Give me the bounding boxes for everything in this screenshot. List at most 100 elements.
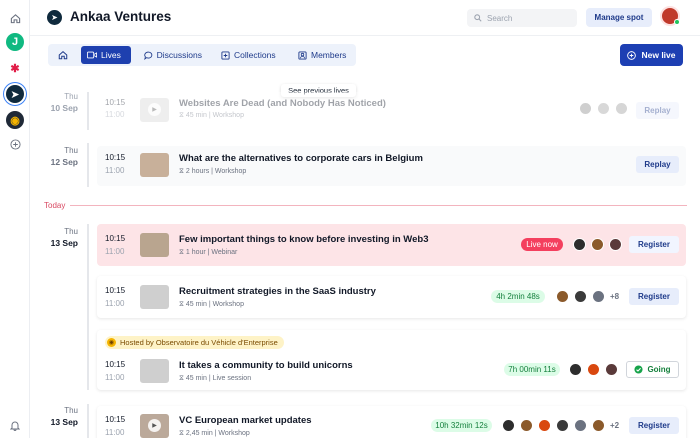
timeline-line xyxy=(87,143,89,187)
search-icon xyxy=(474,14,482,22)
event-title: Recruitment strategies in the SaaS indus… xyxy=(179,286,376,297)
date: 13 Sep xyxy=(50,238,78,248)
event-title: What are the alternatives to corporate c… xyxy=(179,153,423,164)
search-input[interactable]: Search xyxy=(467,9,577,27)
weekday: Thu xyxy=(64,227,78,236)
event-meta: ⧖ 2 hours | Workshop xyxy=(179,168,247,175)
event-end: 11:00 xyxy=(105,299,125,308)
event-meta: ⧖ 2,45 min | Workshop xyxy=(179,430,250,437)
event-card-live[interactable]: 10:15 11:00 Few important things to know… xyxy=(97,224,686,266)
workspace-green-icon[interactable]: J xyxy=(6,33,24,51)
event-thumbnail xyxy=(140,285,169,309)
attendee-avatar xyxy=(609,238,622,251)
add-workspace-icon[interactable] xyxy=(6,135,24,153)
play-icon: ▶ xyxy=(148,419,161,432)
workspace-gold-icon[interactable]: ◉ xyxy=(6,111,24,129)
manage-spot-button[interactable]: Manage spot xyxy=(586,8,652,27)
day-label: Thu 10 Sep xyxy=(40,92,78,113)
event-meta: ⧖ 1 hour | Webinar xyxy=(179,249,238,256)
app: J ✱ ➤ ◉ ➤ Ankaa Ventures Search Manage s… xyxy=(0,0,700,438)
more-attendees: +2 xyxy=(610,421,620,430)
workspace-ankaa-icon[interactable]: ➤ xyxy=(6,85,24,103)
attendee-avatar xyxy=(502,419,515,432)
workspace-red-icon[interactable]: ✱ xyxy=(6,59,24,77)
date: 10 Sep xyxy=(50,103,78,113)
today-label: Today xyxy=(44,201,66,210)
replay-button[interactable]: Replay xyxy=(636,156,679,173)
event-thumbnail: ▶ xyxy=(140,98,169,122)
event-start: 10:15 xyxy=(105,415,126,424)
event-title: It takes a community to build unicorns xyxy=(179,360,353,371)
attendee-avatar xyxy=(520,419,533,432)
tab-label: Members xyxy=(311,50,347,60)
event-card[interactable]: 10:15 11:00 Recruitment strategies in th… xyxy=(97,276,686,318)
event-title: Websites Are Dead (and Nobody Has Notice… xyxy=(179,98,386,109)
event-meta-text: 45 min | Live session xyxy=(185,375,252,382)
event-title: VC European market updates xyxy=(179,415,312,426)
attendee-avatar xyxy=(556,419,569,432)
tab-collections[interactable]: Collections xyxy=(215,46,285,64)
weekday: Thu xyxy=(64,92,78,101)
event-end: 11:00 xyxy=(105,247,125,256)
event-meta: ⧖ 45 min | Workshop xyxy=(179,112,244,119)
event-end: 11:00 xyxy=(105,428,125,437)
date: 13 Sep xyxy=(50,417,78,427)
home-tab-icon xyxy=(58,50,68,60)
register-button[interactable]: Register xyxy=(629,288,679,305)
event-start: 10:15 xyxy=(105,98,126,107)
event-end: 11:00 xyxy=(105,110,125,119)
tab-lives[interactable]: Lives xyxy=(81,46,131,64)
event-thumbnail xyxy=(140,153,169,177)
today-divider xyxy=(70,205,687,206)
event-start: 10:15 xyxy=(105,360,126,369)
user-avatar[interactable] xyxy=(660,6,680,26)
day-label: Thu 13 Sep xyxy=(40,406,78,427)
tab-bar: Lives Discussions Collections Members xyxy=(48,44,356,66)
members-icon xyxy=(298,50,307,60)
event-start: 10:15 xyxy=(105,286,126,295)
day-label: Thu 12 Sep xyxy=(40,146,78,167)
replay-button[interactable]: Replay xyxy=(636,102,679,119)
register-button[interactable]: Register xyxy=(629,417,679,434)
host-logo-icon: ◉ xyxy=(107,338,116,347)
search-placeholder: Search xyxy=(487,13,513,23)
bell-icon[interactable] xyxy=(6,416,24,434)
day-label: Thu 13 Sep xyxy=(40,227,78,248)
event-title: Few important things to know before inve… xyxy=(179,234,429,245)
home-icon[interactable] xyxy=(6,9,24,27)
host-badge: ◉ Hosted by Observatoire du Véhicle d'En… xyxy=(105,336,284,349)
host-label: Hosted by Observatoire du Véhicle d'Ente… xyxy=(120,338,278,347)
attendee-avatar xyxy=(573,238,586,251)
going-button[interactable]: Going xyxy=(626,361,679,378)
event-thumbnail xyxy=(140,359,169,383)
event-end: 11:00 xyxy=(105,166,125,175)
play-icon: ▶ xyxy=(148,103,161,116)
attendee-avatar xyxy=(591,238,604,251)
register-button[interactable]: Register xyxy=(629,236,679,253)
event-meta-text: 2 hours | Workshop xyxy=(185,168,247,175)
attendee-avatar xyxy=(574,419,587,432)
tab-label: Discussions xyxy=(156,50,202,60)
date: 12 Sep xyxy=(50,157,78,167)
event-card[interactable]: 10:15 11:00 What are the alternatives to… xyxy=(97,146,686,186)
attendee-avatar xyxy=(592,290,605,303)
live-now-badge: Live now xyxy=(521,238,563,251)
plus-circle-icon xyxy=(627,50,637,60)
video-icon xyxy=(87,51,97,59)
tab-discussions[interactable]: Discussions xyxy=(138,46,208,64)
event-thumbnail xyxy=(140,233,169,257)
tab-members[interactable]: Members xyxy=(292,46,354,64)
attendee-avatar xyxy=(569,363,582,376)
tab-home[interactable] xyxy=(52,46,74,64)
event-card-hosted[interactable]: ◉ Hosted by Observatoire du Véhicle d'En… xyxy=(97,330,686,390)
event-card[interactable]: 10:15 11:00 ▶ VC European market updates… xyxy=(97,406,686,438)
countdown-badge: 4h 2min 48s xyxy=(491,290,545,303)
event-meta-text: 45 min | Workshop xyxy=(185,112,244,119)
event-card[interactable]: 10:15 11:00 ▶ Websites Are Dead (and Nob… xyxy=(97,92,686,130)
event-start: 10:15 xyxy=(105,153,126,162)
top-header: ➤ Ankaa Ventures Search Manage spot xyxy=(30,0,700,36)
attendee-avatar xyxy=(587,363,600,376)
event-thumbnail: ▶ xyxy=(140,414,169,438)
timeline-line xyxy=(87,92,89,130)
new-live-button[interactable]: New live xyxy=(620,44,683,66)
